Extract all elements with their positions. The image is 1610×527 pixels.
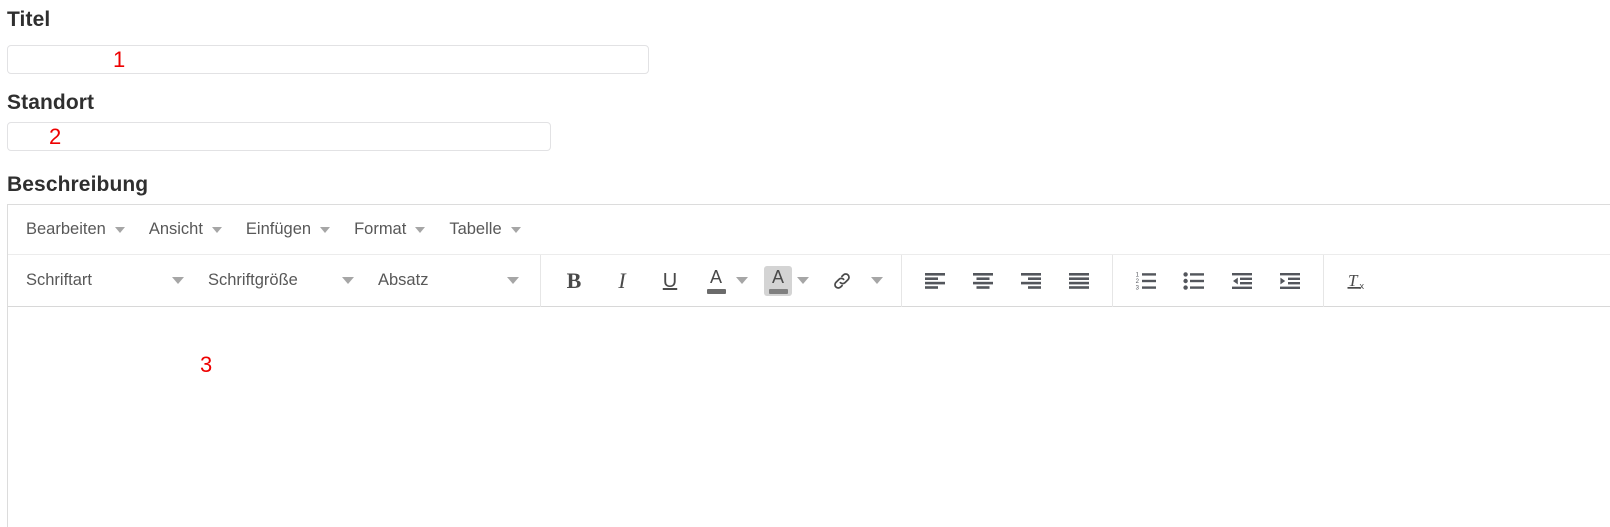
field-label-standort: Standort xyxy=(7,91,95,114)
toolbar-divider xyxy=(901,254,902,307)
paragraph-format-select[interactable]: Absatz xyxy=(366,264,529,298)
align-center-icon xyxy=(973,272,993,289)
menu-item-einfuegen[interactable]: Einfügen xyxy=(235,216,341,243)
align-right-icon xyxy=(1021,272,1041,289)
toolbar-divider xyxy=(540,254,541,307)
numbered-list-icon: 1 2 3 xyxy=(1136,272,1156,290)
chevron-down-icon xyxy=(114,226,125,233)
menu-item-tabelle[interactable]: Tabelle xyxy=(438,216,531,243)
chevron-down-icon xyxy=(510,226,521,233)
bold-button[interactable]: B xyxy=(557,264,591,298)
increase-indent-button[interactable] xyxy=(1273,264,1307,298)
chevron-down-icon xyxy=(172,277,184,284)
link-icon xyxy=(834,272,850,289)
decrease-indent-icon xyxy=(1232,272,1252,289)
menu-item-label: Einfügen xyxy=(245,220,312,238)
menu-item-ansicht[interactable]: Ansicht xyxy=(138,216,233,243)
bulleted-list-button[interactable] xyxy=(1177,264,1211,298)
svg-text:x: x xyxy=(1360,281,1365,291)
chevron-down-icon xyxy=(871,277,883,284)
clear-formatting-button[interactable]: T x xyxy=(1340,264,1374,298)
form-page: Titel 1 Standort 2 Beschreibung Bearbeit… xyxy=(0,0,1610,527)
underline-icon: U xyxy=(662,269,678,292)
menu-item-bearbeiten[interactable]: Bearbeiten xyxy=(15,216,136,243)
italic-button[interactable]: I xyxy=(605,264,639,298)
rich-text-editor: Bearbeiten Ansicht Einfügen Format Tabel… xyxy=(7,204,1610,527)
chevron-down-icon xyxy=(211,226,222,233)
chevron-down-icon xyxy=(797,277,809,284)
align-left-icon xyxy=(925,272,945,289)
decrease-indent-button[interactable] xyxy=(1225,264,1259,298)
menu-item-label: Bearbeiten xyxy=(26,220,106,238)
svg-text:2: 2 xyxy=(1136,278,1140,284)
paragraph-format-label: Absatz xyxy=(378,271,429,289)
menu-item-label: Format xyxy=(354,220,407,238)
chevron-down-icon xyxy=(342,277,354,284)
toolbar-divider xyxy=(1112,254,1113,307)
menu-item-format[interactable]: Format xyxy=(343,216,436,243)
italic-icon: I xyxy=(618,267,626,293)
text-color-button[interactable]: A xyxy=(701,264,731,298)
field-label-beschreibung: Beschreibung xyxy=(7,173,149,196)
toolbar-divider xyxy=(1323,254,1324,307)
align-left-button[interactable] xyxy=(918,264,952,298)
link-dropdown-button[interactable] xyxy=(866,264,888,298)
underline-button[interactable]: U xyxy=(653,264,687,298)
field-label-titel: Titel xyxy=(7,8,51,31)
align-right-button[interactable] xyxy=(1014,264,1048,298)
editor-toolbar: Schriftart Schriftgröße Absatz B I U A A… xyxy=(8,254,1610,307)
clear-formatting-icon: T x xyxy=(1347,271,1365,291)
svg-text:1: 1 xyxy=(1136,272,1140,278)
increase-indent-icon xyxy=(1280,272,1300,289)
chevron-down-icon xyxy=(507,277,519,284)
background-color-icon: A xyxy=(771,266,784,287)
font-size-label: Schriftgröße xyxy=(208,271,298,289)
editor-menubar: Bearbeiten Ansicht Einfügen Format Tabel… xyxy=(8,205,1610,255)
chevron-down-icon xyxy=(736,277,748,284)
bulleted-list-icon xyxy=(1183,271,1204,290)
text-color-dropdown-button[interactable] xyxy=(731,264,753,298)
bold-icon: B xyxy=(566,267,582,293)
svg-text:3: 3 xyxy=(1136,285,1140,290)
insert-link-button[interactable] xyxy=(825,264,859,298)
align-center-button[interactable] xyxy=(966,264,1000,298)
numbered-list-button[interactable]: 1 2 3 xyxy=(1129,264,1163,298)
chevron-down-icon xyxy=(320,226,331,233)
editor-content-area[interactable] xyxy=(8,307,1610,526)
align-justify-icon xyxy=(1069,272,1089,289)
font-family-select[interactable]: Schriftart xyxy=(14,264,194,298)
menu-item-label: Tabelle xyxy=(449,220,502,238)
menu-item-label: Ansicht xyxy=(148,220,203,238)
background-color-button[interactable]: A xyxy=(764,265,792,296)
text-color-icon: A xyxy=(709,266,722,287)
titel-input[interactable] xyxy=(7,45,649,74)
background-color-dropdown-button[interactable] xyxy=(792,264,814,298)
standort-input[interactable] xyxy=(7,122,551,151)
text-color-swatch xyxy=(706,288,726,294)
font-family-label: Schriftart xyxy=(26,271,93,289)
chevron-down-icon xyxy=(415,226,426,233)
background-color-swatch xyxy=(768,288,788,294)
align-justify-button[interactable] xyxy=(1062,264,1096,298)
font-size-select[interactable]: Schriftgröße xyxy=(196,264,364,298)
